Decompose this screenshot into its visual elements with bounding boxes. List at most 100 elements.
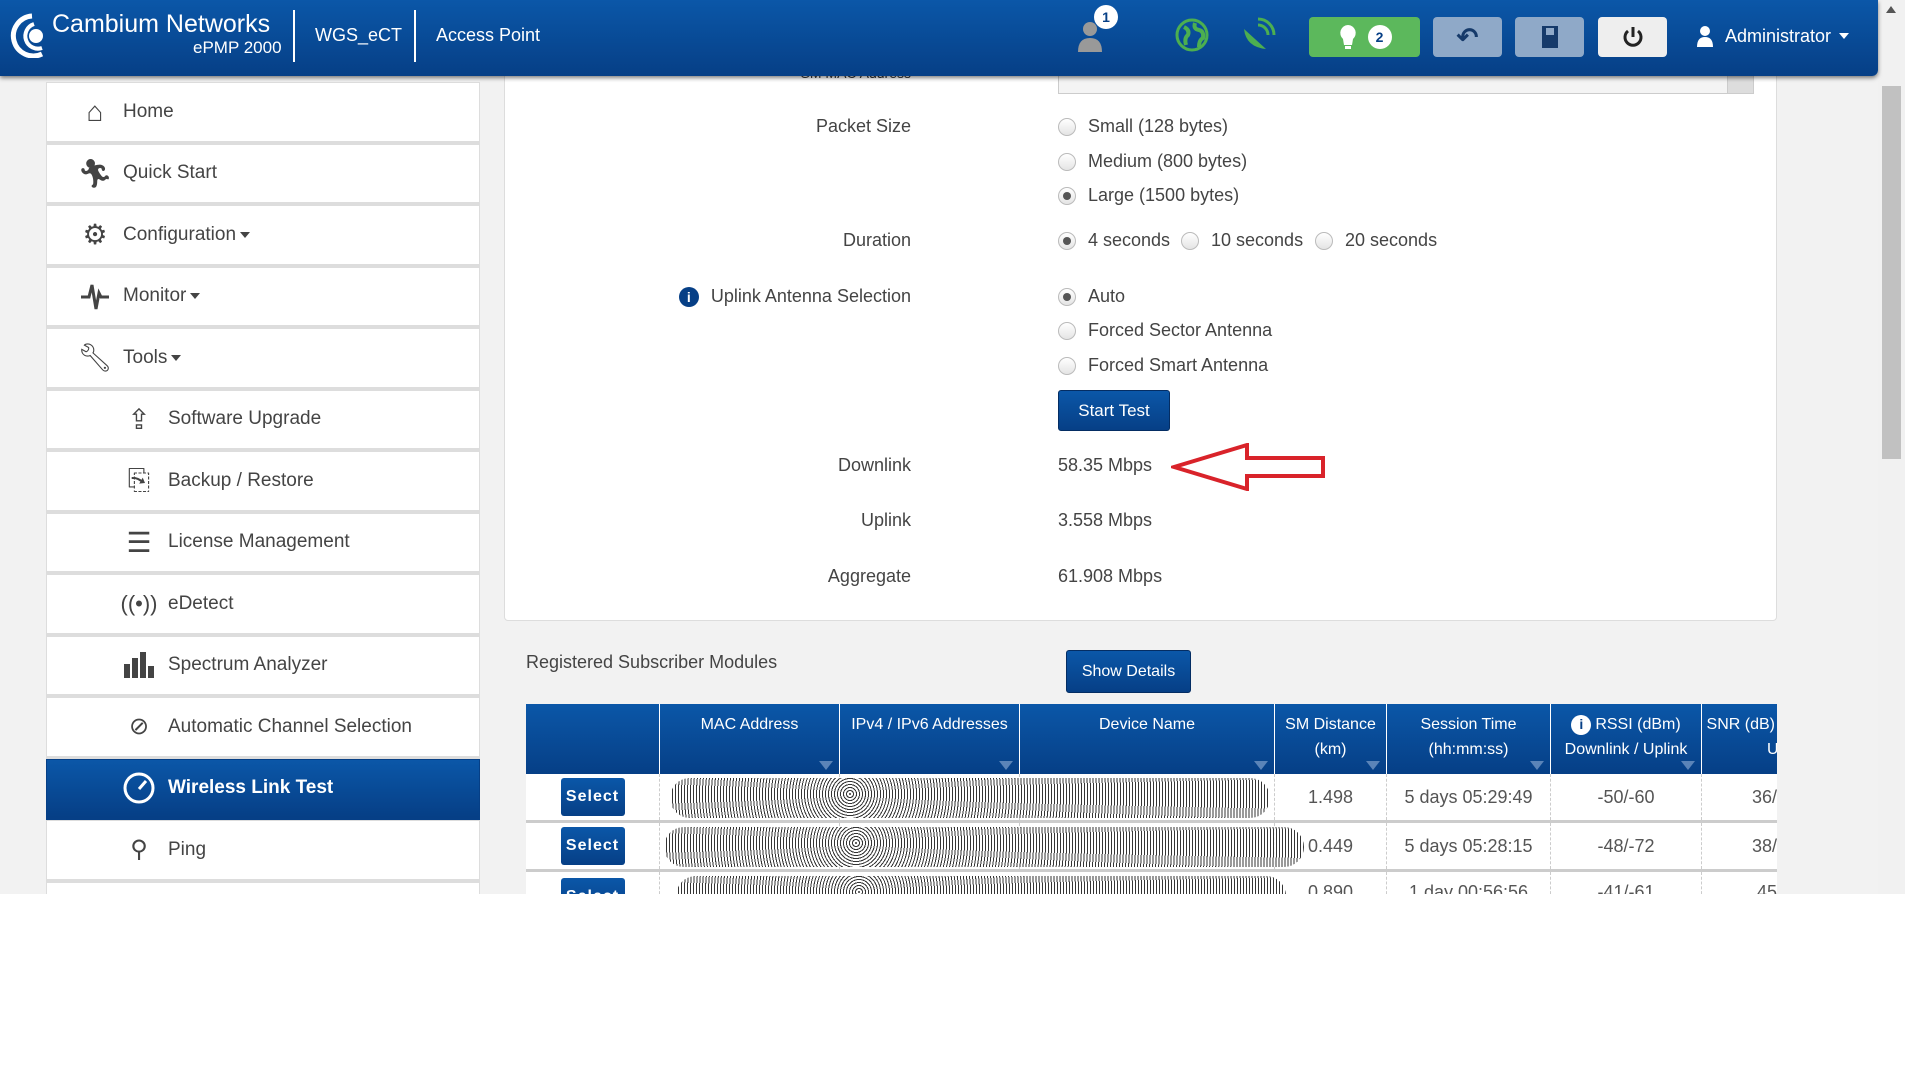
scrollbar-thumb[interactable]: [1882, 86, 1901, 459]
info-icon[interactable]: i: [1571, 714, 1592, 735]
select-button[interactable]: Select: [560, 778, 625, 816]
column-header-ip[interactable]: IPv4 / IPv6 Addresses: [840, 704, 1020, 774]
lightbulb-icon: [1339, 25, 1356, 49]
red-arrow-annotation-icon: [1171, 443, 1325, 491]
alerts-button[interactable]: 2: [1309, 17, 1420, 57]
select-cell: Select: [526, 872, 660, 894]
bar-chart-icon: [121, 649, 157, 681]
table-row: Select 0.449 5 days 05:28:15 -48/-72 38/: [526, 823, 1777, 872]
license-icon: ☰: [126, 526, 152, 558]
column-header-distance[interactable]: SM Distance (km): [1275, 704, 1387, 774]
user-menu[interactable]: Administrator: [1695, 24, 1850, 48]
sidebar-item-backup-restore[interactable]: ⎘ Backup / Restore: [46, 451, 480, 513]
snr-cell: 38/: [1751, 835, 1777, 856]
sidebar-item-more[interactable]: [46, 881, 480, 894]
start-test-button[interactable]: Start Test: [1058, 390, 1170, 431]
column-header-session-time[interactable]: Session Time (hh:mm:ss): [1387, 704, 1551, 774]
redacted-scribble: [670, 778, 1270, 818]
sort-icon: [1254, 761, 1268, 770]
redacted-scribble: [664, 827, 1304, 867]
sidebar-item-monitor[interactable]: Monitor: [46, 266, 480, 328]
info-icon[interactable]: i: [678, 286, 699, 307]
antenna-auto-radio[interactable]: Auto: [1058, 286, 1125, 307]
column-header-rssi[interactable]: i RSSI (dBm) Downlink / Uplink: [1551, 704, 1702, 774]
rssi-cell: -48/-72: [1551, 823, 1702, 869]
page-scrollbar[interactable]: [1878, 0, 1905, 894]
gauge-icon: [121, 772, 157, 804]
session-time-cell: 5 days 05:29:49: [1387, 774, 1551, 820]
sidebar-item-spectrum-analyzer[interactable]: Spectrum Analyzer: [46, 635, 480, 697]
sidebar-item-label: Configuration: [123, 223, 237, 245]
sort-icon: [819, 761, 833, 770]
duration-label: Duration: [842, 230, 911, 250]
distance-cell: 1.498: [1275, 774, 1387, 820]
sidebar-nav: ⌂ Home 🏃︎ Quick Start ⚙ Configuration Monit…: [46, 82, 480, 894]
save-icon: [1541, 26, 1558, 48]
sidebar-item-label: Software Upgrade: [168, 408, 322, 430]
table-row: Select 0.890 1 day 00:56:56 -41/-61 45: [526, 872, 1777, 894]
duration-10s-radio[interactable]: 10 seconds: [1181, 230, 1303, 251]
downlink-value: 58.35 Mbps: [1058, 455, 1153, 475]
sm-table-title: Registered Subscriber Modules: [526, 652, 778, 672]
duration-20s-radio[interactable]: 20 seconds: [1315, 230, 1437, 251]
ping-icon: ⚲: [130, 836, 148, 864]
select-button[interactable]: Select: [560, 827, 625, 865]
divider: [293, 10, 295, 62]
rssi-cell: -41/-61: [1551, 872, 1702, 894]
select-cell: Select: [526, 774, 660, 820]
users-button[interactable]: 1: [1072, 5, 1118, 54]
sort-icon: [1530, 761, 1544, 770]
duration-4s-radio[interactable]: 4 seconds: [1058, 230, 1170, 251]
users-badge: 1: [1094, 5, 1118, 29]
sidebar-item-ping[interactable]: ⚲ Ping: [46, 820, 480, 882]
user-icon: [1697, 26, 1713, 47]
sidebar-item-label: License Management: [168, 531, 350, 553]
undo-button[interactable]: ↶: [1433, 17, 1502, 57]
scroll-up-icon[interactable]: [1886, 6, 1896, 13]
sidebar-item-software-upgrade[interactable]: ⇪ Software Upgrade: [46, 389, 480, 451]
antenna-icon: ((•)): [120, 590, 158, 616]
power-button[interactable]: [1598, 17, 1667, 57]
wrench-icon: 🔧︎: [77, 342, 113, 374]
sidebar-item-wireless-link-test[interactable]: Wireless Link Test: [46, 758, 480, 820]
sm-table: MAC Address IPv4 / IPv6 Addresses Device…: [526, 704, 1777, 894]
caret-down-icon: [171, 354, 182, 361]
sidebar-item-configuration[interactable]: ⚙ Configuration: [46, 205, 480, 267]
downlink-label: Downlink: [837, 455, 911, 475]
redacted-scribble: [676, 876, 1286, 894]
backup-icon: ⎘: [127, 464, 151, 496]
antenna-smart-radio[interactable]: Forced Smart Antenna: [1058, 355, 1268, 376]
sidebar-item-edetect[interactable]: ((•)) eDetect: [46, 574, 480, 636]
globe-icon[interactable]: [1175, 17, 1209, 53]
sidebar-item-automatic-channel-selection[interactable]: ⊘ Automatic Channel Selection: [46, 697, 480, 759]
column-header-snr[interactable]: SNR (dB) D Upl: [1702, 704, 1777, 774]
sidebar-item-label: eDetect: [168, 592, 234, 614]
sidebar-item-license-management[interactable]: ☰ License Management: [46, 512, 480, 574]
packet-size-small-radio[interactable]: Small (128 bytes): [1058, 116, 1228, 137]
caret-down-icon: [240, 231, 251, 238]
packet-size-medium-radio[interactable]: Medium (800 bytes): [1058, 151, 1247, 172]
column-header-select: [526, 704, 660, 774]
sidebar-item-quick-start[interactable]: 🏃︎ Quick Start: [46, 143, 480, 205]
wireless-link-test-panel: SM MAC Address Packet Size Small (128 by…: [504, 60, 1777, 621]
sidebar-item-label: Spectrum Analyzer: [168, 654, 328, 676]
cambium-logo-icon: [10, 13, 44, 58]
sidebar-item-label: Automatic Channel Selection: [168, 715, 412, 737]
sort-icon: [999, 761, 1013, 770]
aggregate-value: 61.908 Mbps: [1058, 566, 1163, 586]
alerts-badge: 2: [1367, 25, 1392, 49]
power-icon: [1623, 27, 1642, 47]
antenna-sector-radio[interactable]: Forced Sector Antenna: [1058, 320, 1272, 341]
sidebar-item-home[interactable]: ⌂ Home: [46, 82, 480, 144]
distance-cell: 0.890: [1275, 872, 1387, 894]
show-details-button[interactable]: Show Details: [1066, 650, 1191, 693]
select-button[interactable]: Select: [560, 878, 625, 894]
column-header-mac[interactable]: MAC Address: [660, 704, 840, 774]
save-button[interactable]: [1515, 17, 1584, 57]
column-header-device-name[interactable]: Device Name: [1020, 704, 1275, 774]
antenna-selection-label: i Uplink Antenna Selection: [678, 286, 911, 307]
satellite-icon[interactable]: [1240, 17, 1280, 53]
snr-cell: 36/: [1751, 786, 1777, 807]
packet-size-large-radio[interactable]: Large (1500 bytes): [1058, 185, 1239, 206]
sidebar-item-tools[interactable]: 🔧︎ Tools: [46, 328, 480, 390]
